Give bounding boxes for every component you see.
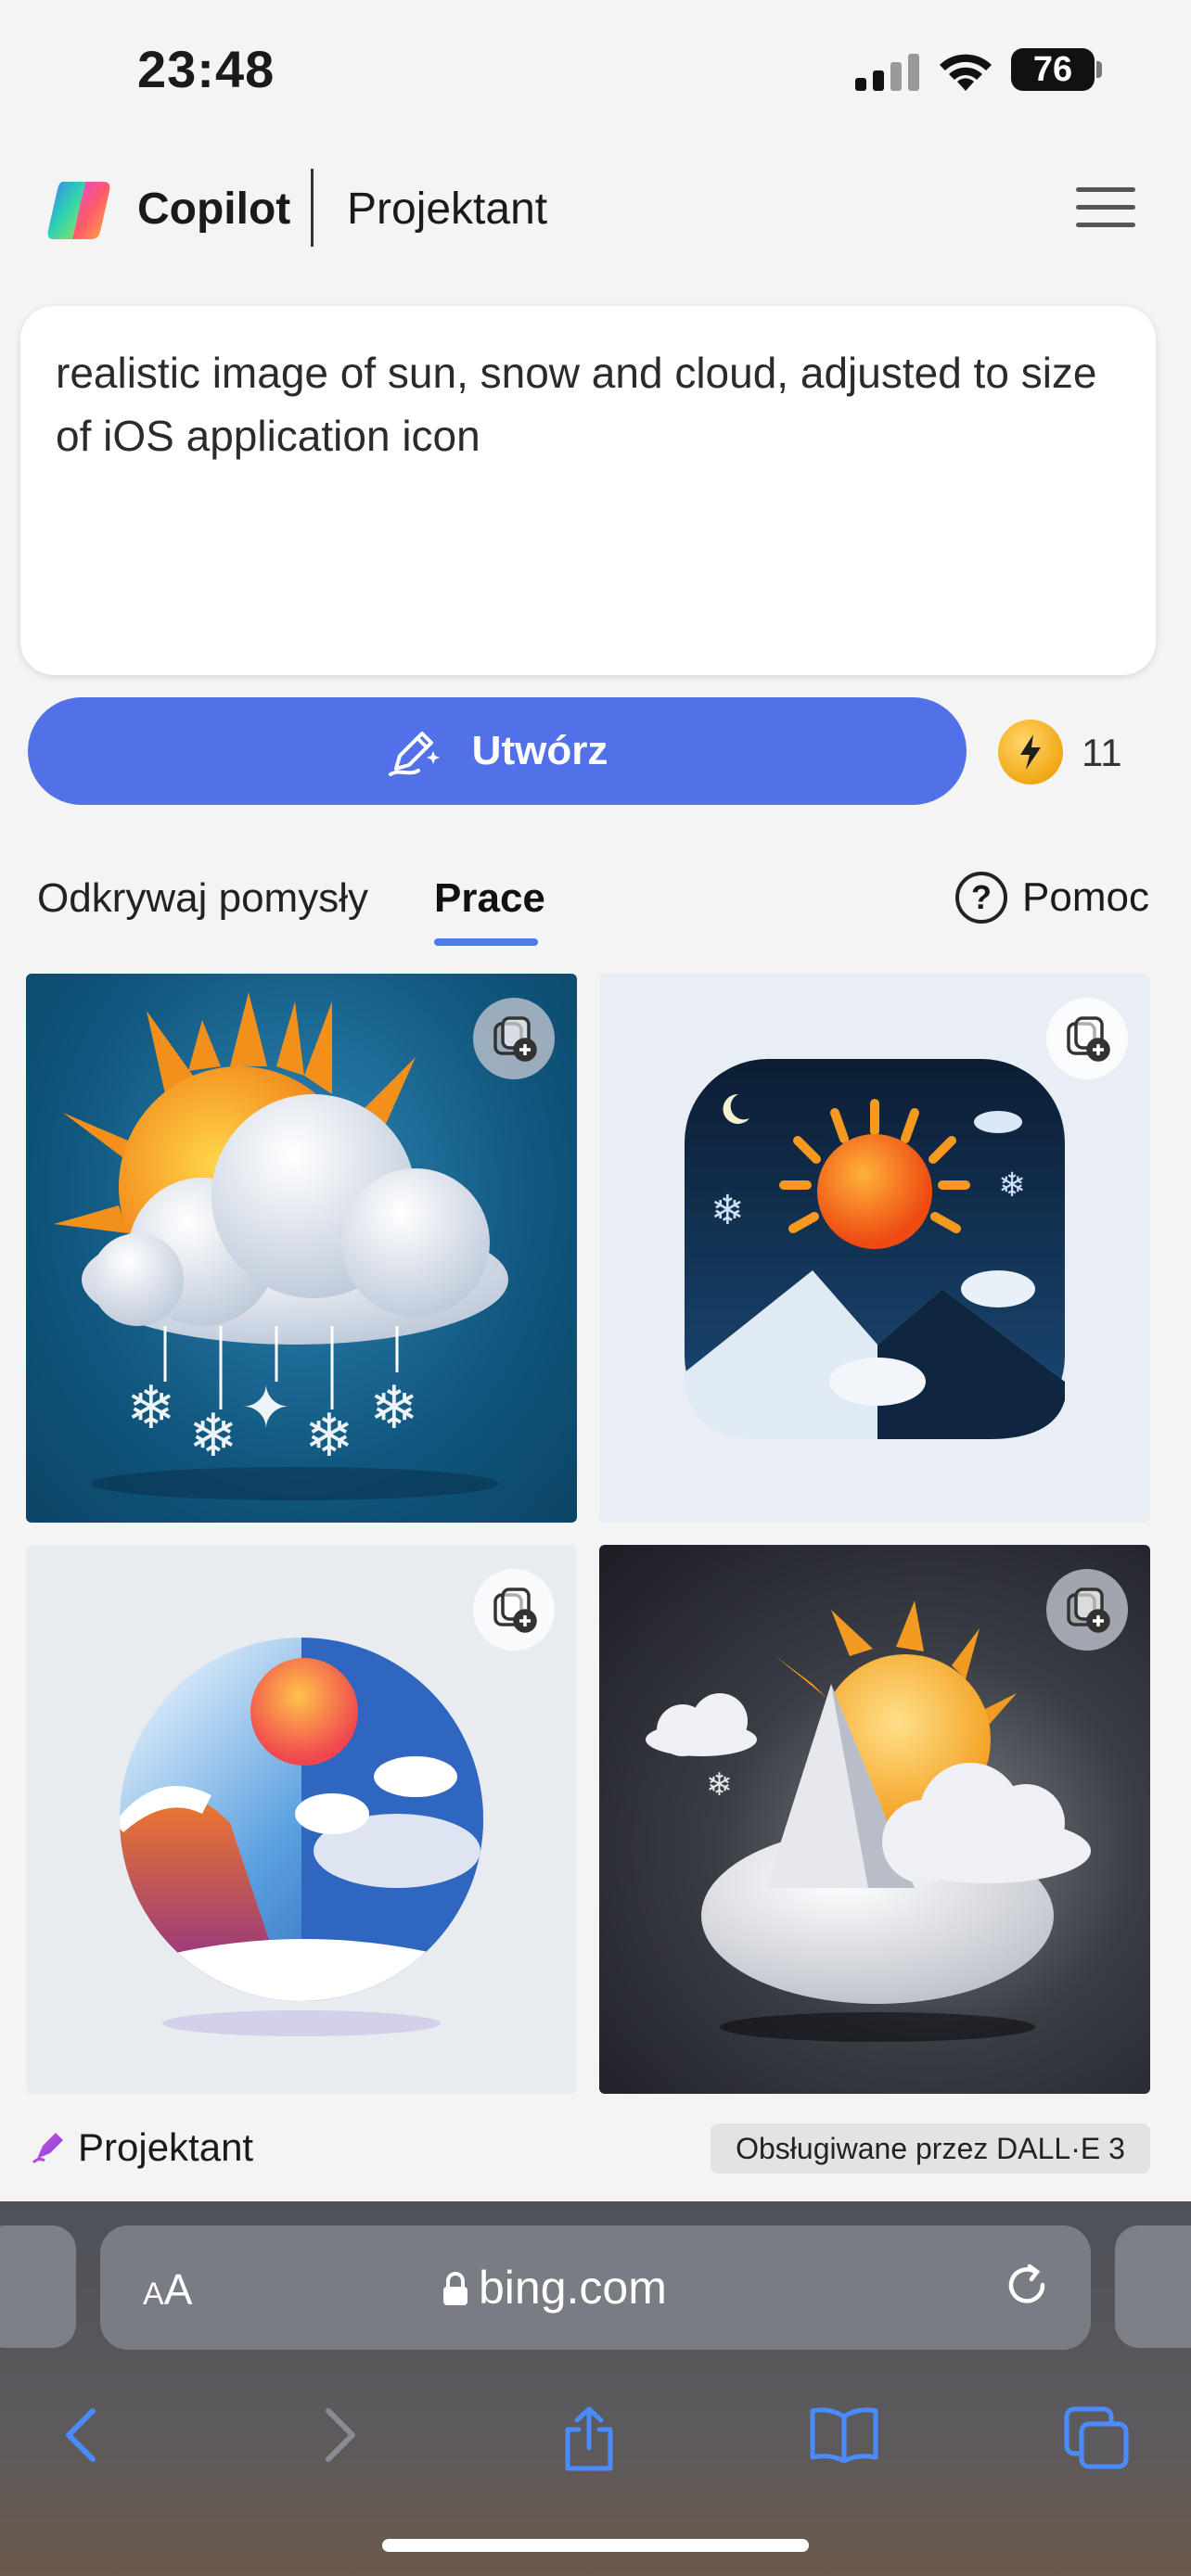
url-text[interactable]: bing.com [479,2261,667,2315]
generated-image-4[interactable]: ❄ [599,1545,1150,2094]
create-button-label: Utwórz [471,728,608,773]
product-name[interactable]: Projektant [347,184,547,235]
svg-text:❄: ❄ [998,1167,1026,1205]
help-icon: ? [955,872,1007,924]
browser-chrome: AA bing.com [0,2201,1191,2576]
help-label: Pomoc [1022,874,1149,920]
create-pen-icon [388,732,440,776]
share-icon[interactable] [560,2405,618,2472]
tab-bar: Odkrywaj pomysły Prace ? Pomoc [0,862,1191,964]
menu-icon[interactable] [1076,187,1135,232]
footer-brand-label: Projektant [78,2125,254,2169]
svg-text:❄: ❄ [369,1374,419,1443]
tabs-icon[interactable] [1063,2405,1130,2470]
cellular-signal-icon [855,54,919,91]
designer-icon [32,2133,63,2164]
app-header: Copilot Projektant [0,158,1191,260]
battery-level: 76 [1011,48,1095,91]
save-to-collection-icon[interactable] [473,998,555,1079]
browser-toolbar [0,2387,1191,2507]
svg-text:❄: ❄ [304,1402,354,1471]
svg-text:❄: ❄ [706,1766,733,1804]
svg-text:❄: ❄ [711,1187,745,1234]
tab-explore[interactable]: Odkrywaj pomysły [37,875,368,922]
forward-icon[interactable] [319,2405,360,2465]
generated-image-2[interactable]: ❄ ❄ [599,974,1150,1523]
status-time: 23:48 [137,40,275,98]
home-indicator[interactable] [382,2539,809,2552]
prompt-text[interactable]: realistic image of sun, snow and cloud, … [56,341,1104,467]
generated-image-3[interactable] [26,1545,577,2094]
back-icon[interactable] [61,2405,102,2465]
help-button[interactable]: ? Pomoc [955,872,1149,924]
text-size-button[interactable]: AA [143,2264,192,2315]
bookmarks-icon[interactable] [809,2405,879,2465]
address-bar[interactable]: AA bing.com [100,2225,1091,2350]
svg-text:❄: ❄ [188,1402,238,1471]
previous-tab-preview[interactable] [0,2225,76,2348]
battery-icon: 76 [1011,48,1102,91]
boost-coin-icon[interactable] [998,720,1063,784]
copilot-logo[interactable] [45,176,113,245]
svg-text:✦: ✦ [241,1374,291,1443]
brand-name[interactable]: Copilot [137,184,290,235]
status-bar: 23:48 76 [0,0,1191,139]
generated-image-1[interactable]: ❄ ❄ ✦ ❄ ❄ [26,974,577,1523]
next-tab-preview[interactable] [1115,2225,1191,2348]
boost-count: 11 [1082,731,1122,774]
save-to-collection-icon[interactable] [473,1569,555,1651]
header-divider [311,169,314,247]
wifi-icon [940,54,992,91]
create-button[interactable]: Utwórz [28,697,967,805]
save-to-collection-icon[interactable] [1046,998,1128,1079]
tab-works[interactable]: Prace [434,875,545,922]
footer-brand[interactable]: Projektant [30,2125,253,2170]
active-tab-indicator [434,938,538,946]
prompt-input[interactable]: realistic image of sun, snow and cloud, … [20,306,1156,675]
save-to-collection-icon[interactable] [1046,1569,1128,1651]
reload-icon[interactable] [1002,2261,1054,2313]
lock-icon [443,2272,467,2305]
powered-by-badge: Obsługiwane przez DALL·E 3 [711,2123,1150,2174]
svg-text:❄: ❄ [126,1374,176,1443]
